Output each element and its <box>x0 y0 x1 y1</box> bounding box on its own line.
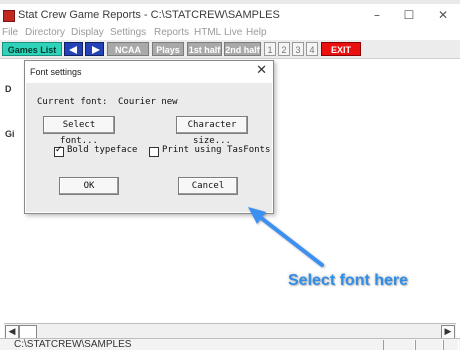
scroll-left-icon[interactable]: ◀ <box>5 325 19 339</box>
annotation-arrow-icon <box>248 207 324 267</box>
status-path: C:\STATCREW\SAMPLES <box>14 339 132 350</box>
scroll-right-icon[interactable]: ▶ <box>441 325 455 339</box>
scroll-thumb[interactable] <box>19 325 37 339</box>
horizontal-scrollbar[interactable]: ◀ ▶ <box>4 323 456 339</box>
annotation-callout: Select font here <box>288 272 409 289</box>
status-bar: C:\STATCREW\SAMPLES <box>0 338 460 350</box>
